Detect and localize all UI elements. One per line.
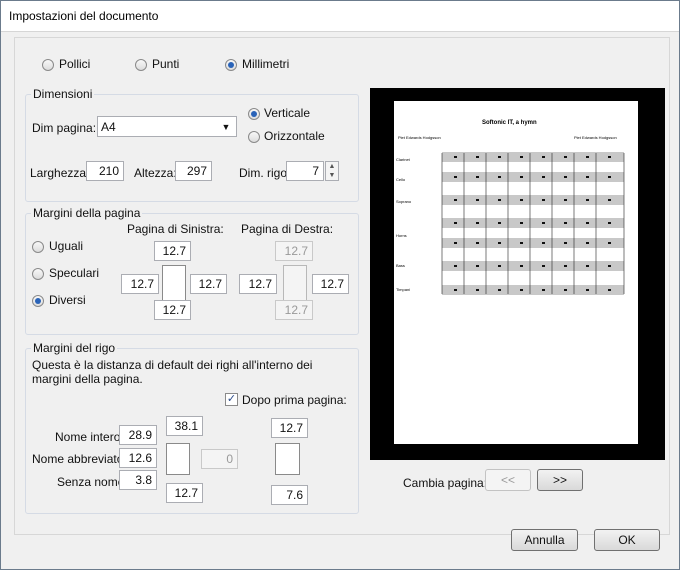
staff-size-label: Dim. rigo:	[239, 166, 291, 180]
left-page-preview-box	[162, 265, 186, 301]
preview-composer-right: Piet Edwards Hodgsson	[574, 135, 617, 140]
first-staff-top-input[interactable]: 38.1	[166, 416, 203, 436]
after-staff-preview-box	[275, 443, 300, 475]
height-label: Altezza:	[134, 166, 177, 180]
staff-size-input[interactable]: 7	[286, 161, 324, 181]
no-name-label: Senza nome:	[57, 475, 128, 489]
next-page-button[interactable]: >>	[537, 469, 583, 491]
right-page-right-margin-input[interactable]: 12.7	[312, 274, 349, 294]
right-page-label: Pagina di Destra:	[241, 222, 334, 236]
page-size-dropdown[interactable]: A4 ▼	[97, 116, 237, 137]
radio-points[interactable]	[135, 59, 147, 71]
left-page-left-margin-input[interactable]: 12.7	[121, 274, 159, 294]
height-input[interactable]: 297	[175, 161, 212, 181]
radio-equal[interactable]	[32, 241, 44, 253]
first-staff-right-input[interactable]: 0	[201, 449, 238, 469]
left-page-top-margin-input[interactable]: 12.7	[154, 241, 191, 261]
short-name-label: Nome abbreviato:	[32, 452, 127, 466]
width-input[interactable]: 210	[86, 161, 124, 181]
cancel-button[interactable]: Annulla	[511, 529, 578, 551]
dimensions-group-title: Dimensioni	[31, 87, 95, 101]
settings-panel: Pollici Punti Millimetri Dimensioni Dim …	[14, 37, 670, 535]
preview-page: Softonic IT, a hymn Piet Edwards Hodgsso…	[394, 101, 638, 444]
after-staff-top-input[interactable]: 12.7	[271, 418, 308, 438]
right-page-bottom-margin-input[interactable]: 12.7	[275, 300, 313, 320]
radio-millimeters-label: Millimetri	[242, 57, 290, 71]
radio-mirrored-label: Speculari	[49, 266, 100, 280]
after-first-page-checkbox[interactable]: ✓	[225, 393, 238, 406]
ok-button[interactable]: OK	[594, 529, 660, 551]
change-page-label: Cambia pagina:	[403, 476, 488, 490]
no-name-input[interactable]: 3.8	[119, 470, 157, 490]
page-margins-group-title: Margini della pagina	[31, 206, 143, 220]
page-size-label: Dim pagina:	[32, 121, 97, 135]
radio-inches-label: Pollici	[59, 57, 91, 71]
right-page-left-margin-input[interactable]: 12.7	[239, 274, 277, 294]
radio-portrait[interactable]	[248, 108, 260, 120]
left-page-bottom-margin-input[interactable]: 12.7	[154, 300, 191, 320]
radio-landscape[interactable]	[248, 131, 260, 143]
left-page-label: Pagina di Sinistra:	[127, 222, 224, 236]
radio-points-label: Punti	[152, 57, 180, 71]
after-staff-bottom-input[interactable]: 7.6	[271, 485, 308, 505]
full-name-label: Nome intero:	[55, 430, 124, 444]
after-first-page-label: Dopo prima pagina:	[242, 393, 347, 407]
first-staff-bottom-input[interactable]: 12.7	[166, 483, 203, 503]
chevron-down-icon: ▼	[221, 122, 231, 132]
preview-score-systems: Clarinet Cello Soprano Horns Bass Timpan…	[394, 149, 638, 319]
radio-portrait-label: Verticale	[264, 106, 311, 120]
radio-inches[interactable]	[42, 59, 54, 71]
radio-mirrored[interactable]	[32, 268, 44, 280]
dialog-body: Pollici Punti Millimetri Dimensioni Dim …	[11, 33, 670, 565]
full-name-input[interactable]: 28.9	[119, 425, 157, 445]
window-title: Impostazioni del documento	[9, 9, 159, 23]
radio-equal-label: Uguali	[49, 239, 84, 253]
preview-score-title: Softonic IT, a hymn	[482, 120, 537, 126]
radio-landscape-label: Orizzontale	[264, 129, 325, 143]
document-settings-dialog: Impostazioni del documento Pollici Punti…	[0, 0, 680, 570]
spin-up-icon[interactable]: ▲	[326, 162, 338, 171]
radio-different-label: Diversi	[49, 293, 86, 307]
staff-margins-description: Questa è la distanza di default dei righ…	[32, 358, 313, 386]
radio-different[interactable]	[32, 295, 44, 307]
page-preview: Softonic IT, a hymn Piet Edwards Hodgsso…	[370, 88, 665, 460]
preview-staves-drawing	[441, 152, 625, 295]
width-label: Larghezza:	[30, 166, 90, 180]
title-bar: Impostazioni del documento	[1, 1, 679, 32]
left-page-right-margin-input[interactable]: 12.7	[190, 274, 227, 294]
preview-composer-left: Piet Edwards Hodgsson	[398, 135, 441, 140]
radio-millimeters[interactable]	[225, 59, 237, 71]
right-page-preview-box	[283, 265, 307, 301]
first-staff-preview-box	[166, 443, 190, 475]
short-name-input[interactable]: 12.6	[119, 448, 157, 468]
spin-down-icon[interactable]: ▼	[326, 171, 338, 180]
staff-margins-group-title: Margini del rigo	[31, 341, 118, 355]
right-page-top-margin-input[interactable]: 12.7	[275, 241, 313, 261]
page-size-value: A4	[101, 120, 116, 134]
previous-page-button[interactable]: <<	[485, 469, 531, 491]
staff-size-spinner[interactable]: ▲ ▼	[325, 161, 339, 181]
